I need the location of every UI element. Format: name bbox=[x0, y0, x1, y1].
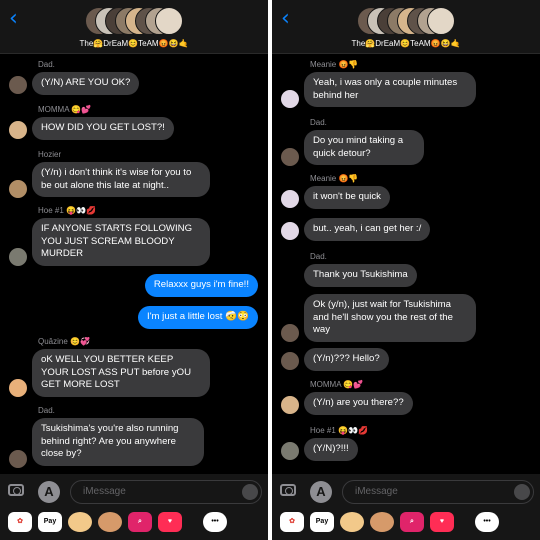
message-list: Meanie 😡👎 Yeah, i was only a couple minu… bbox=[272, 54, 540, 474]
incoming-bubble[interactable]: but.. yeah, i can get her :/ bbox=[304, 218, 431, 241]
sender-name: Dad. bbox=[310, 118, 327, 127]
compose-bar: A iMessage bbox=[0, 474, 268, 510]
incoming-bubble[interactable]: (Y/n)??? Hello? bbox=[304, 348, 389, 371]
apple-pay-icon[interactable]: Pay bbox=[310, 512, 334, 532]
photos-app-icon[interactable]: ✿ bbox=[8, 512, 32, 532]
incoming-bubble[interactable]: it won't be quick bbox=[304, 186, 390, 209]
group-name[interactable]: The🤗DrEaM😊TeAM😡😆🤙 bbox=[272, 39, 540, 48]
input-placeholder: iMessage bbox=[355, 486, 398, 497]
sender-avatar bbox=[9, 450, 27, 468]
memoji-icon[interactable] bbox=[68, 512, 92, 532]
incoming-bubble[interactable]: Tsukishima's you're also running behind … bbox=[32, 418, 204, 466]
sender-avatar bbox=[281, 148, 299, 166]
sender-name: MOMMA 😋💕 bbox=[38, 105, 92, 114]
incoming-bubble[interactable]: HOW DID YOU GET LOST?! bbox=[32, 117, 174, 140]
message-list: Dad. (Y/N) ARE YOU OK? MOMMA 😋💕 HOW DID … bbox=[0, 54, 268, 474]
sender-name: Hozier bbox=[38, 150, 62, 159]
avatar bbox=[427, 7, 455, 35]
sender-name: Meanie 😡👎 bbox=[310, 60, 359, 69]
audio-waveform-icon[interactable] bbox=[242, 484, 258, 500]
incoming-bubble[interactable]: (Y/n) i don't think it's wise for you to… bbox=[32, 162, 210, 197]
sender-avatar bbox=[281, 222, 299, 240]
outgoing-bubble[interactable]: I'm just a little lost 🤕😳 bbox=[138, 306, 258, 329]
app-drawer: ✿ Pay ⌕ ♥ ••• bbox=[0, 510, 268, 540]
incoming-bubble[interactable]: oK WELL YOU BETTER KEEP YOUR LOST ASS PU… bbox=[32, 349, 210, 397]
outgoing-bubble[interactable]: Relaxxx guys i'm fine!! bbox=[144, 274, 258, 297]
camera-icon[interactable] bbox=[280, 484, 296, 496]
incoming-bubble[interactable]: Yeah, i was only a couple minutes behind… bbox=[304, 72, 476, 107]
camera-icon[interactable] bbox=[8, 484, 24, 496]
sender-name: Dad. bbox=[38, 406, 55, 415]
more-apps-icon[interactable]: ••• bbox=[475, 512, 499, 532]
avatar bbox=[155, 7, 183, 35]
incoming-bubble[interactable]: Ok (y/n), just wait for Tsukishima and h… bbox=[304, 294, 476, 342]
sender-name: Meanie 😡👎 bbox=[310, 174, 359, 183]
digital-touch-icon[interactable]: ♥ bbox=[430, 512, 454, 532]
sender-name: Dad. bbox=[38, 60, 55, 69]
sender-name: Quâzine 😊💞 bbox=[38, 337, 90, 346]
back-chevron-icon[interactable]: ‹ bbox=[281, 8, 290, 30]
sender-avatar bbox=[281, 324, 299, 342]
memoji-stickers-icon[interactable] bbox=[98, 512, 122, 532]
incoming-bubble[interactable]: (Y/N) ARE YOU OK? bbox=[32, 72, 140, 95]
more-apps-icon[interactable]: ••• bbox=[203, 512, 227, 532]
sender-avatar bbox=[281, 352, 299, 370]
sender-name: Dad. bbox=[310, 252, 327, 261]
sender-name: MOMMA 😋💕 bbox=[310, 380, 364, 389]
group-name[interactable]: The🤗DrEaM😊TeAM😡😆🤙 bbox=[0, 39, 268, 48]
app-store-icon[interactable]: A bbox=[38, 481, 60, 503]
images-search-icon[interactable]: ⌕ bbox=[128, 512, 152, 532]
incoming-bubble[interactable]: IF ANYONE STARTS FOLLOWING YOU JUST SCRE… bbox=[32, 218, 210, 266]
sender-name: Hoe #1 😝👀💋 bbox=[310, 426, 368, 435]
sender-avatar bbox=[9, 248, 27, 266]
sender-avatar bbox=[9, 379, 27, 397]
message-input[interactable]: iMessage bbox=[70, 480, 262, 504]
sender-avatar bbox=[281, 442, 299, 460]
sender-avatar bbox=[9, 180, 27, 198]
incoming-bubble[interactable]: (Y/n) are you there?? bbox=[304, 392, 413, 415]
compose-bar: A iMessage bbox=[272, 474, 540, 510]
sender-avatar bbox=[281, 90, 299, 108]
incoming-bubble[interactable]: (Y/N)?!!! bbox=[304, 438, 358, 461]
input-placeholder: iMessage bbox=[83, 486, 126, 497]
sender-avatar bbox=[9, 121, 27, 139]
digital-touch-icon[interactable]: ♥ bbox=[158, 512, 182, 532]
group-avatar-stack[interactable] bbox=[357, 7, 455, 35]
chat-screen-left: ‹ The🤗DrEaM😊TeAM😡😆🤙 Dad. (Y/N) ARE YOU O… bbox=[0, 0, 268, 540]
images-search-icon[interactable]: ⌕ bbox=[400, 512, 424, 532]
apple-pay-icon[interactable]: Pay bbox=[38, 512, 62, 532]
message-input[interactable]: iMessage bbox=[342, 480, 534, 504]
memoji-stickers-icon[interactable] bbox=[370, 512, 394, 532]
conversation-header: ‹ The🤗DrEaM😊TeAM😡😆🤙 bbox=[0, 0, 268, 54]
sender-avatar bbox=[9, 76, 27, 94]
photos-app-icon[interactable]: ✿ bbox=[280, 512, 304, 532]
back-chevron-icon[interactable]: ‹ bbox=[9, 8, 18, 30]
app-store-icon[interactable]: A bbox=[310, 481, 332, 503]
sender-avatar bbox=[281, 396, 299, 414]
group-avatar-stack[interactable] bbox=[85, 7, 183, 35]
sender-avatar bbox=[281, 190, 299, 208]
chat-screen-right: ‹ The🤗DrEaM😊TeAM😡😆🤙 Meanie 😡👎 Yeah, i wa… bbox=[272, 0, 540, 540]
audio-waveform-icon[interactable] bbox=[514, 484, 530, 500]
incoming-bubble[interactable]: Do you mind taking a quick detour? bbox=[304, 130, 424, 165]
memoji-icon[interactable] bbox=[340, 512, 364, 532]
sender-name: Hoe #1 😝👀💋 bbox=[38, 206, 96, 215]
incoming-bubble[interactable]: Thank you Tsukishima bbox=[304, 264, 417, 287]
app-drawer: ✿ Pay ⌕ ♥ ••• bbox=[272, 510, 540, 540]
conversation-header: ‹ The🤗DrEaM😊TeAM😡😆🤙 bbox=[272, 0, 540, 54]
